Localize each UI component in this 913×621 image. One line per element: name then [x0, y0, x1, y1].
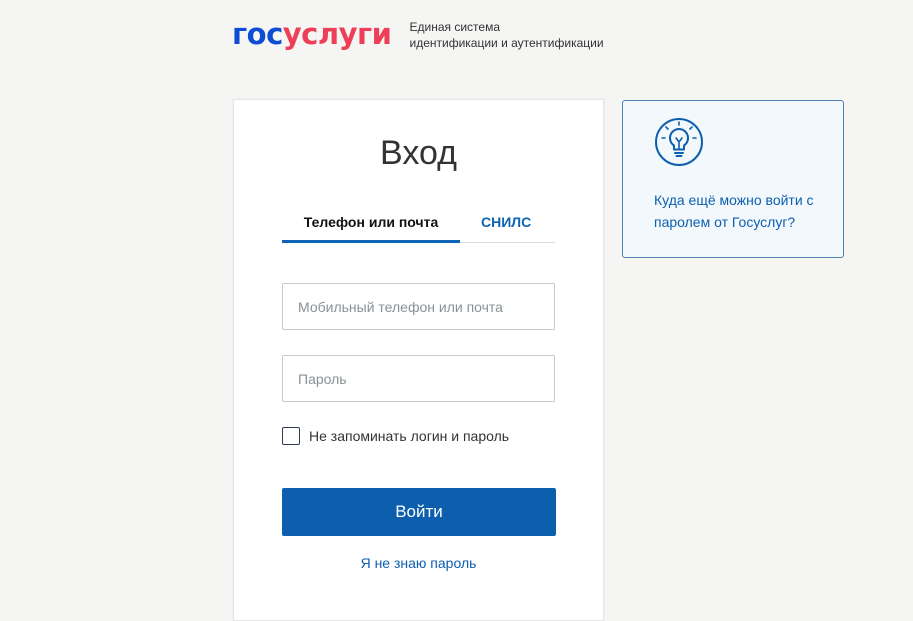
remember-option[interactable]: Не запоминать логин и пароль [282, 427, 509, 445]
password-field-wrapper [282, 355, 555, 402]
remember-label: Не запоминать логин и пароль [309, 428, 510, 444]
gosuslugi-logo[interactable]: госуслуги [232, 16, 392, 51]
login-tabs: Телефон или почта СНИЛС [282, 212, 555, 243]
tagline: Единая система идентификации и аутентифи… [409, 19, 603, 51]
login-field-wrapper [282, 283, 555, 330]
login-submit-button[interactable]: Войти [282, 488, 556, 536]
tagline-line-1: Единая система [409, 20, 500, 34]
page-title: Вход [380, 134, 457, 172]
forgot-password-link[interactable]: Я не знаю пароль [234, 555, 603, 571]
login-card: Вход Телефон или почта СНИЛС Не запомина… [233, 99, 604, 621]
remember-checkbox[interactable] [282, 427, 300, 445]
login-input[interactable] [283, 284, 554, 329]
password-input[interactable] [283, 356, 554, 401]
tagline-line-2: идентификации и аутентификации [409, 36, 604, 50]
logo-part-uslugi: услуги [282, 16, 392, 51]
lightbulb-icon [655, 118, 703, 166]
logo-part-gos: гос [232, 16, 283, 51]
tab-snils[interactable]: СНИЛС [481, 212, 531, 242]
info-card[interactable]: Куда ещё можно войти с паролем от Госусл… [622, 100, 844, 258]
info-link-text[interactable]: Куда ещё можно войти с паролем от Госусл… [654, 189, 834, 233]
header: госуслуги Единая система идентификации и… [232, 18, 604, 58]
tab-phone-or-email[interactable]: Телефон или почта [282, 212, 460, 243]
